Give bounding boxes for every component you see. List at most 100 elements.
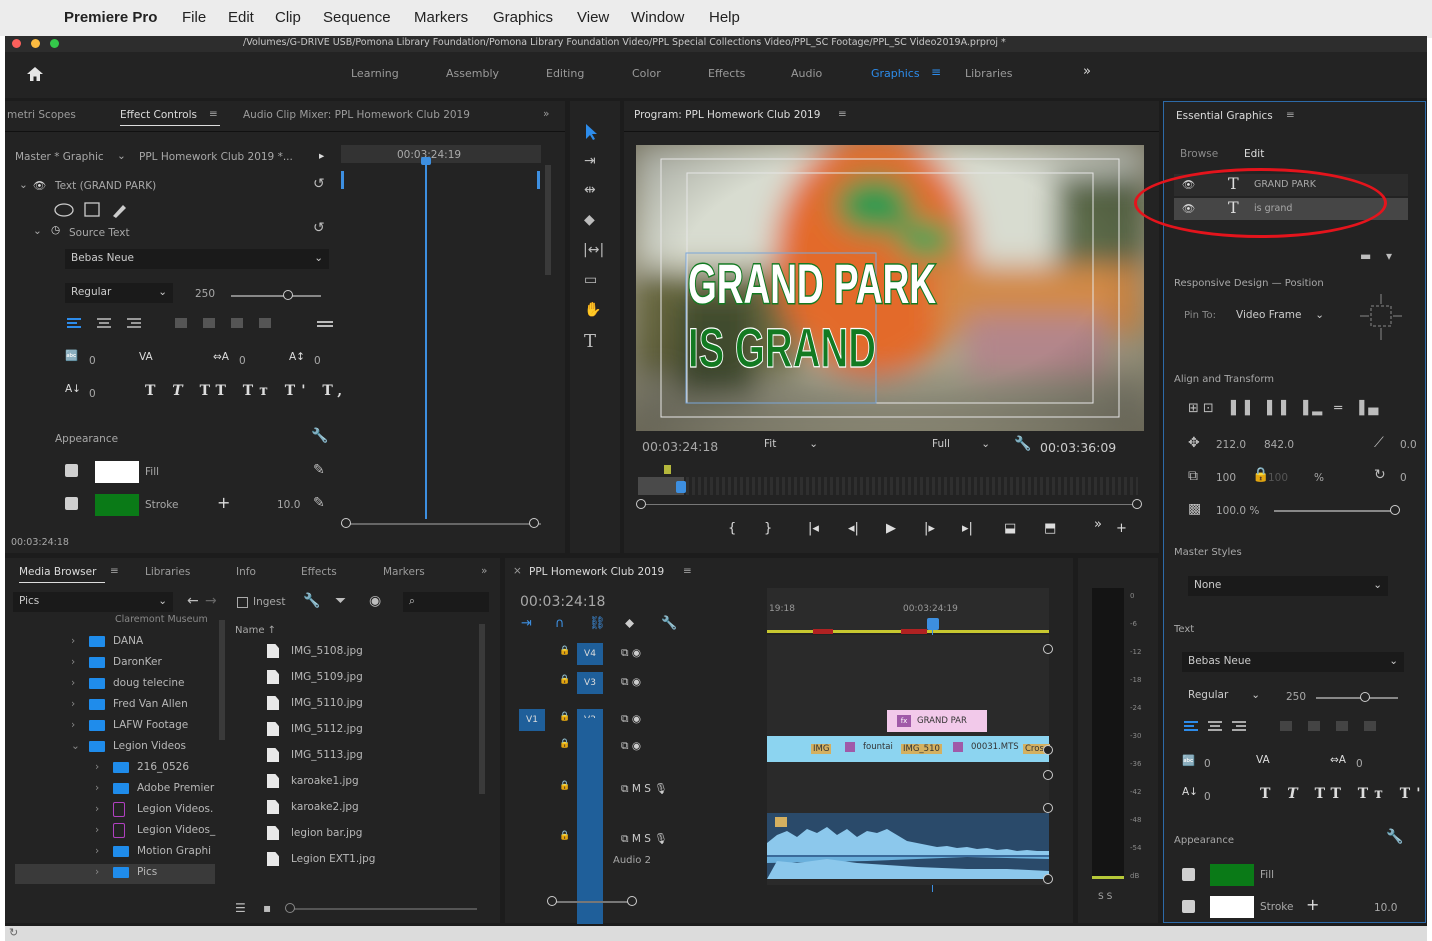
eg-edit-tab[interactable]: Edit (1244, 148, 1264, 160)
lock-icon[interactable]: 🔒 (559, 831, 570, 841)
expand-arrow-icon[interactable]: › (95, 824, 99, 836)
tab-audio-clip-mixer[interactable]: Audio Clip Mixer: PPL Homework Club 2019 (243, 109, 470, 121)
ws-more-button[interactable]: » (1083, 64, 1091, 79)
close-button[interactable] (12, 39, 21, 48)
fill-checkbox[interactable] (65, 464, 78, 477)
folder-item[interactable]: Legion Videos. (137, 803, 213, 815)
ws-libraries[interactable]: Libraries (965, 67, 1013, 80)
style-dropdown[interactable]: Regular ⌄ (65, 283, 173, 303)
expand-arrow-icon[interactable]: › (95, 782, 99, 794)
file-item[interactable]: Legion EXT1.jpg (291, 853, 375, 865)
eg-font-dropdown[interactable]: Bebas Neue ⌄ (1182, 652, 1404, 672)
expand-arrow-icon[interactable]: › (95, 761, 99, 773)
expand-arrow-icon[interactable]: › (95, 866, 99, 878)
eg-style-dropdown[interactable]: Regular ⌄ (1182, 686, 1266, 706)
eg-font-size-slider[interactable] (1316, 697, 1398, 699)
tab-libraries[interactable]: Libraries (145, 566, 190, 578)
lock-icon[interactable]: 🔒 (559, 646, 570, 656)
ws-learning[interactable]: Learning (351, 67, 399, 80)
program-video[interactable]: GRAND PARK IS GRAND (636, 145, 1144, 431)
ec-zoom-slider[interactable] (341, 523, 541, 525)
pos-x-value[interactable]: 212.0 (1216, 439, 1246, 451)
ripple-edit-icon[interactable]: ⇹ (584, 183, 596, 197)
leading-value[interactable]: 0 (314, 355, 321, 367)
folder-item[interactable]: Legion Videos (113, 740, 186, 752)
eg-fill-checkbox[interactable] (1182, 868, 1195, 881)
program-playhead[interactable] (676, 481, 686, 493)
eg-font-size[interactable]: 250 (1286, 691, 1306, 703)
selection-tool-icon[interactable] (584, 123, 598, 141)
track-select-icon[interactable]: ⇥ (584, 154, 596, 168)
expand-arrow-icon[interactable]: › (71, 677, 75, 689)
eg-kern-value[interactable]: 0 (1204, 758, 1211, 770)
font-dropdown[interactable]: Bebas Neue ⌄ (65, 249, 329, 269)
tab-menu-icon[interactable]: ≡ (1286, 109, 1295, 121)
chevron-down-icon[interactable]: ⌄ (117, 150, 126, 162)
solo-buttons[interactable]: S S (1098, 892, 1112, 902)
folder-item[interactable]: Adobe Premier (137, 782, 214, 794)
eg-stroke-width[interactable]: 10.0 (1374, 902, 1397, 914)
file-item[interactable]: legion bar.jpg (291, 827, 362, 839)
menu-view[interactable]: View (577, 9, 609, 26)
lock-icon[interactable]: 🔒 (559, 712, 570, 722)
timeline-timecode[interactable]: 00:03:24:18 (520, 594, 605, 610)
folder-item[interactable]: DaronKer (113, 656, 162, 668)
eg-track-value[interactable]: 0 (1356, 758, 1363, 770)
program-timecode[interactable]: 00:03:24:18 (642, 439, 718, 454)
new-layer-icon[interactable]: ▬ (1360, 250, 1371, 262)
folder-item[interactable]: 216_0526 (137, 761, 189, 773)
menu-clip[interactable]: Clip (275, 9, 301, 26)
track-mute-solo-icons[interactable]: ⧉ M S 🎙 (621, 782, 668, 796)
reset-icon[interactable]: ↺ (313, 221, 325, 235)
folder-item[interactable]: DANA (113, 635, 143, 647)
file-item[interactable]: karoake1.jpg (291, 775, 359, 787)
menu-edit[interactable]: Edit (228, 9, 254, 26)
panel-more-icon[interactable]: » (481, 565, 487, 577)
eg-stroke-swatch[interactable] (1210, 896, 1254, 918)
menu-window[interactable]: Window (631, 9, 684, 26)
timeline-title[interactable]: PPL Homework Club 2019 (529, 566, 664, 578)
stroke-checkbox[interactable] (65, 497, 78, 510)
wrench-icon[interactable]: 🔧 (1386, 830, 1403, 844)
ec-scrollbar[interactable] (545, 165, 551, 275)
pos-y-value[interactable]: 842.0 (1264, 439, 1294, 451)
opacity-value[interactable]: 100.0 % (1216, 505, 1259, 517)
thumb-size-slider[interactable] (287, 908, 477, 910)
ec-playhead[interactable] (425, 159, 427, 519)
menu-help[interactable]: Help (709, 9, 740, 26)
track-visibility-icons[interactable]: ⧉ ◉ (621, 647, 641, 660)
ws-color[interactable]: Color (632, 67, 661, 80)
eyedropper-icon[interactable]: ✎ (313, 496, 325, 510)
expand-arrow-icon[interactable]: › (71, 656, 75, 668)
wrench-icon[interactable]: 🔧 (1014, 437, 1031, 451)
fill-swatch[interactable] (95, 461, 139, 483)
ws-editing[interactable]: Editing (546, 67, 584, 80)
menu-sequence[interactable]: Sequence (323, 9, 391, 26)
file-item[interactable]: IMG_5112.jpg (291, 723, 363, 735)
eg-baseline-value[interactable]: 0 (1204, 791, 1211, 803)
tab-menu-icon[interactable]: ≡ (110, 565, 119, 577)
track-visibility-icons[interactable]: ⧉ ◉ (621, 740, 641, 753)
source-patch-v1[interactable]: V1 (519, 709, 545, 731)
file-item[interactable]: karoake2.jpg (291, 801, 359, 813)
eg-stroke-checkbox[interactable] (1182, 900, 1195, 913)
tab-menu-icon[interactable]: ≡ (683, 565, 692, 577)
scale-value[interactable]: 100 (1216, 472, 1236, 484)
tab-media-browser[interactable]: Media Browser (19, 566, 96, 578)
v1-clips[interactable]: IMG fountai IMG_510 00031.MTS Cross (767, 736, 1051, 762)
tab-effects[interactable]: Effects (301, 566, 337, 578)
play-only-icon[interactable]: ▸ (319, 150, 324, 162)
slip-icon[interactable]: |↔| (583, 243, 604, 257)
eyedropper-icon[interactable]: ✎ (313, 463, 325, 477)
back-arrow-icon[interactable]: ← (187, 594, 199, 608)
app-menu[interactable]: Premiere Pro (64, 9, 157, 26)
tab-markers[interactable]: Markers (383, 566, 425, 578)
graphic-clip[interactable]: fx GRAND PAR (887, 710, 987, 732)
minimize-button[interactable] (31, 39, 40, 48)
eg-fill-swatch[interactable] (1210, 864, 1254, 886)
timeline-zoom-slider[interactable] (549, 901, 633, 903)
ingest-checkbox[interactable] (237, 597, 248, 608)
rotation-value[interactable]: 0.0 (1400, 439, 1417, 451)
menu-file[interactable]: File (182, 9, 206, 26)
folder-item[interactable]: Pics (137, 866, 157, 878)
